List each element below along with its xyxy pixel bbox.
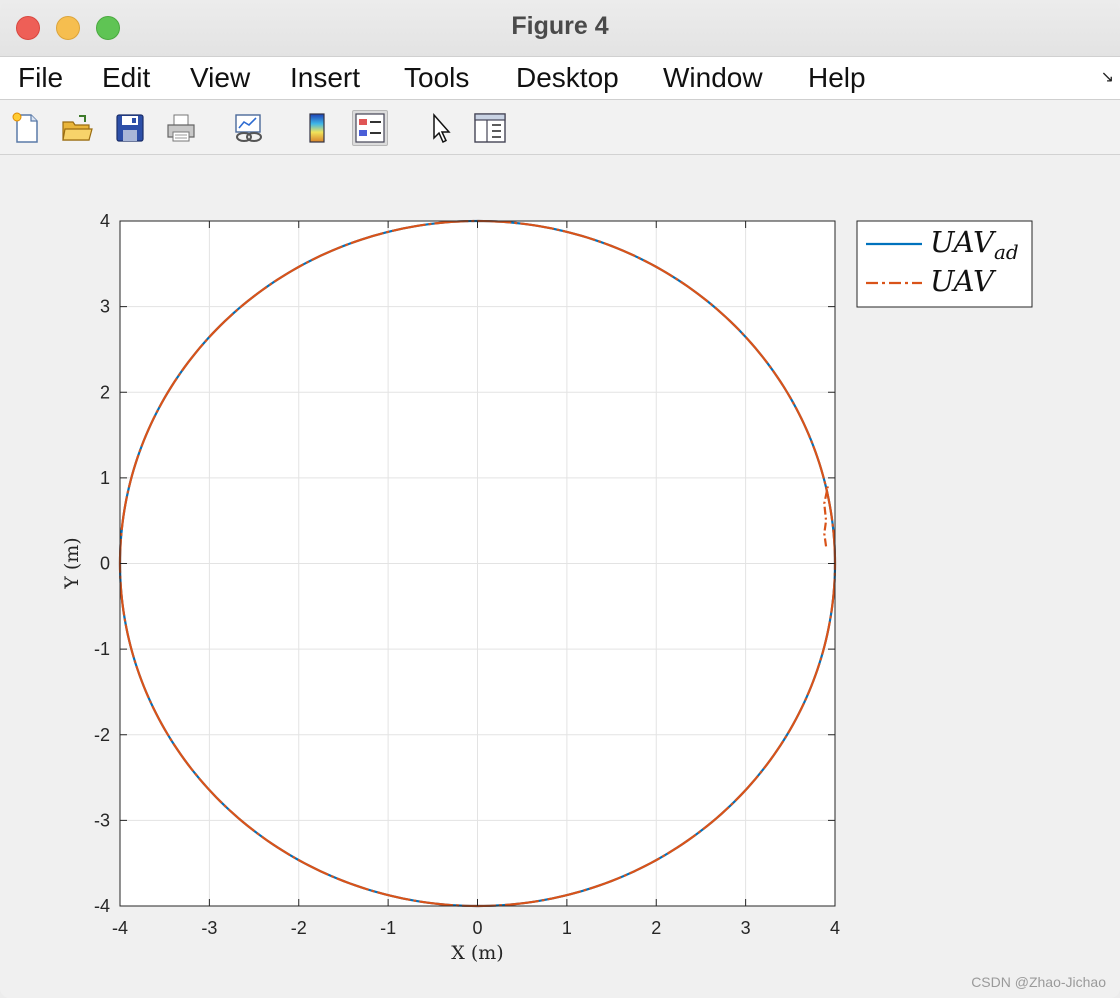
y-axis-label: Y (m) (61, 537, 83, 589)
x-tick-label: 3 (741, 918, 751, 938)
menu-desktop[interactable]: Desktop (516, 62, 619, 94)
legend[interactable]: UAVad UAV (856, 220, 1033, 308)
print-icon[interactable] (165, 112, 197, 144)
property-editor-icon[interactable] (473, 112, 506, 144)
menu-help[interactable]: Help (808, 62, 866, 94)
figure-toolbar (0, 100, 1120, 155)
x-axis-label: X (m) (451, 942, 503, 964)
x-tick-label: 2 (651, 918, 661, 938)
title-bar[interactable]: Figure 4 (0, 0, 1120, 57)
menu-window[interactable]: Window (663, 62, 763, 94)
save-icon[interactable] (114, 112, 146, 144)
y-tick-label: 3 (100, 297, 110, 317)
pointer-icon[interactable] (426, 112, 458, 144)
menu-insert[interactable]: Insert (290, 62, 360, 94)
figure-canvas[interactable]: -4 -3 -2 -1 0 1 2 3 4 -4 -3 -2 -1 0 1 2 3 4 X (m) Y (m) U… (0, 155, 1120, 998)
menu-tools[interactable]: Tools (404, 62, 469, 94)
y-tick-label: -3 (94, 810, 110, 830)
x-tick-label: -1 (380, 918, 396, 938)
menu-bar: File Edit View Insert Tools Desktop Wind… (0, 57, 1120, 100)
watermark-text: CSDN @Zhao-Jichao (971, 974, 1106, 990)
y-tick-label: 2 (100, 382, 110, 402)
menu-file[interactable]: File (18, 62, 63, 94)
x-tick-label: 0 (472, 918, 482, 938)
legend-icon[interactable] (352, 110, 388, 146)
y-tick-label: 0 (100, 554, 110, 574)
x-tick-label: -2 (291, 918, 307, 938)
menu-view[interactable]: View (190, 62, 250, 94)
link-plot-icon[interactable] (232, 112, 264, 144)
y-tick-label: 1 (100, 468, 110, 488)
x-tick-label: 4 (830, 918, 840, 938)
window-title: Figure 4 (511, 12, 609, 40)
x-tick-label: -3 (201, 918, 217, 938)
y-tick-label: -2 (94, 725, 110, 745)
x-tick-label: 1 (562, 918, 572, 938)
menu-edit[interactable]: Edit (102, 62, 150, 94)
y-tick-label: -1 (94, 639, 110, 659)
legend-label-uav: UAV (930, 264, 997, 298)
y-tick-label: 4 (100, 211, 110, 231)
plot-svg: -4 -3 -2 -1 0 1 2 3 4 -4 -3 -2 -1 0 1 2 3 4 X (m) Y (m) U… (61, 211, 1033, 964)
colorbar-icon[interactable] (302, 112, 334, 144)
figure-window: Figure 4 File Edit View Insert Tools Des… (0, 0, 1120, 998)
new-figure-icon[interactable] (10, 112, 42, 144)
y-tick-label: -4 (94, 896, 110, 916)
open-file-icon[interactable] (61, 112, 93, 144)
dock-arrow-icon[interactable]: ↘ (1101, 67, 1114, 87)
x-tick-label: -4 (112, 918, 128, 938)
